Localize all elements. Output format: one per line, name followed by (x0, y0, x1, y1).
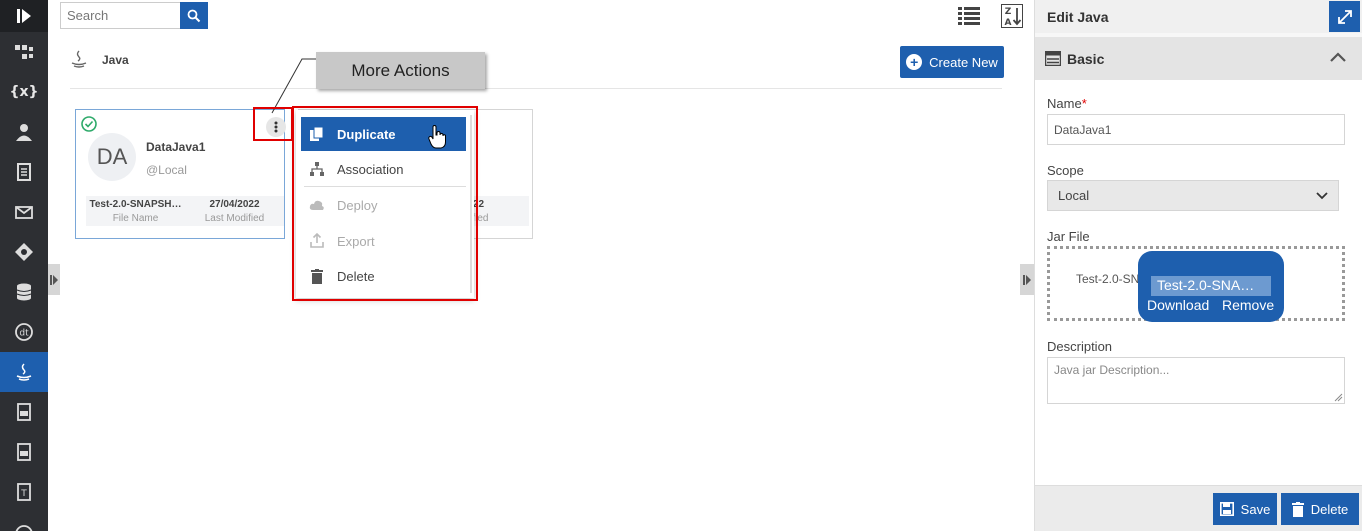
left-panel-toggle[interactable] (48, 264, 60, 295)
scope-value: Local (1058, 188, 1090, 203)
highlight-more-button (253, 107, 293, 141)
mail-icon[interactable] (0, 192, 48, 232)
search-icon (187, 9, 201, 22)
right-panel-toggle[interactable] (1020, 264, 1034, 295)
main-content: Java + Create New DA DataJava1 @Local Te… (48, 32, 1034, 531)
description-label: Description (1047, 339, 1113, 354)
svg-text:dt: dt (19, 329, 29, 339)
last-modified-value: 27/04/2022 (209, 198, 260, 210)
panel-title: Edit Java (1047, 9, 1109, 25)
search-button[interactable] (180, 2, 208, 29)
card-name: DataJava1 (146, 140, 206, 154)
create-new-label: Create New (929, 54, 998, 70)
user-icon[interactable] (0, 112, 48, 152)
list-view-icon[interactable] (958, 6, 980, 26)
variables-icon[interactable]: {x} (0, 72, 48, 112)
top-toolbar: ZA (48, 0, 1034, 32)
section-title: Basic (1067, 51, 1105, 67)
java-icon (71, 50, 87, 68)
name-label: Name* (1047, 96, 1087, 111)
save-button[interactable]: Save (1213, 493, 1277, 525)
download-link[interactable]: Download (1147, 297, 1209, 313)
dt-icon[interactable]: dt (0, 312, 48, 352)
form-icon (1045, 51, 1061, 66)
jar-file-label: Jar File (1047, 229, 1090, 244)
last-modified-col: 27/04/2022 Last Modified (185, 196, 284, 226)
card-scope: @Local (146, 163, 187, 177)
java-icon[interactable] (0, 352, 48, 392)
divider (70, 88, 1002, 89)
required-marker: * (1081, 96, 1087, 111)
delete-label: Delete (1310, 501, 1349, 517)
jar-file-fullname: Test-2.0-SNA… (1151, 276, 1271, 296)
save-label: Save (1240, 501, 1271, 517)
more-actions-callout: More Actions (316, 52, 485, 89)
resize-handle-icon[interactable] (1334, 393, 1343, 402)
description-textarea[interactable] (1047, 357, 1345, 404)
panel-body: Name* Scope Local Jar File Test-2.0-SN T… (1035, 80, 1362, 485)
panel-header: Edit Java (1035, 0, 1362, 33)
name-input[interactable] (1047, 114, 1345, 145)
highlight-menu (292, 106, 478, 301)
file-name-col: Test-2.0-SNAPSH… File Name (86, 196, 185, 226)
section-header: Java (70, 50, 129, 70)
search-input[interactable] (60, 2, 180, 29)
remove-link[interactable]: Remove (1222, 297, 1274, 313)
scope-select[interactable]: Local (1047, 180, 1339, 211)
jar-file-name: Test-2.0-SN (1076, 272, 1140, 286)
svg-text:Z: Z (1005, 7, 1012, 17)
logo-icon[interactable] (0, 0, 48, 32)
hand-cursor-icon (428, 125, 446, 149)
card-meta: Test-2.0-SNAPSH… File Name 27/04/2022 La… (86, 196, 284, 226)
sort-az-icon[interactable]: ZA (1001, 4, 1023, 28)
trash-icon (1291, 501, 1304, 517)
panel-footer: Save Delete (1035, 485, 1362, 531)
file-name-label: File Name (112, 212, 159, 224)
jar-file-actions: Test-2.0-SNA… Download Remove (1138, 251, 1284, 322)
css-file-icon[interactable] (0, 432, 48, 472)
search-bar (60, 2, 208, 29)
workflow-icon[interactable] (0, 32, 48, 72)
database-icon[interactable] (0, 272, 48, 312)
jar-file-dropzone[interactable]: Test-2.0-SN Test-2.0-SNA… Download Remov… (1047, 246, 1345, 322)
document-icon[interactable] (0, 152, 48, 192)
variables-glyph: {x} (9, 84, 39, 100)
delete-button[interactable]: Delete (1281, 493, 1359, 525)
chevron-down-icon (1316, 191, 1328, 199)
expand-icon (1337, 9, 1352, 24)
page-title: Java (102, 53, 129, 67)
text-file-icon[interactable]: T (0, 472, 48, 512)
name-label-text: Name (1047, 96, 1082, 111)
chevron-up-icon[interactable] (1330, 52, 1346, 62)
last-modified-label: Last Modified (204, 212, 265, 224)
collapse-arrow-icon (50, 274, 58, 285)
basic-section-header[interactable]: Basic (1035, 37, 1362, 80)
save-icon (1219, 502, 1234, 516)
info-icon[interactable] (0, 512, 48, 531)
avatar: DA (88, 133, 136, 181)
left-sidebar: {x} dt T (0, 0, 48, 531)
collapse-arrow-icon (1023, 274, 1031, 285)
plus-icon: + (906, 54, 923, 70)
file-name-value: Test-2.0-SNAPSH… (89, 198, 182, 210)
scope-label: Scope (1047, 163, 1084, 178)
create-new-button[interactable]: + Create New (900, 46, 1004, 78)
diamond-icon[interactable] (0, 232, 48, 272)
svg-text:A: A (1005, 18, 1012, 28)
ts-file-icon[interactable] (0, 392, 48, 432)
check-circle-icon (81, 116, 97, 132)
svg-text:T: T (20, 489, 27, 499)
edit-panel: Edit Java Basic Name* Scope Local Jar Fi… (1034, 0, 1362, 531)
expand-button[interactable] (1329, 1, 1360, 32)
